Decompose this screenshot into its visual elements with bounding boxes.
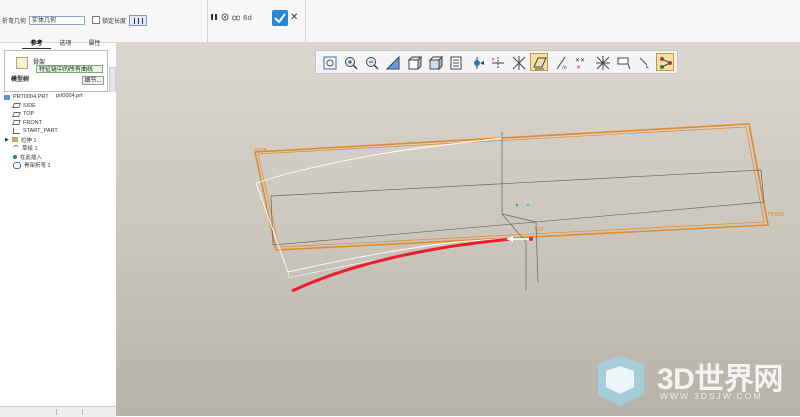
axis-display-icon[interactable] bbox=[467, 53, 485, 71]
model-tree-icon[interactable] bbox=[16, 57, 28, 69]
tree-item-part[interactable]: PRT0004.PRT bbox=[4, 93, 58, 102]
tree-item-spinal-bend[interactable]: 骨架折弯 1 bbox=[4, 161, 58, 170]
refit-icon[interactable] bbox=[320, 53, 338, 71]
check-icon bbox=[274, 13, 286, 24]
preview-icon[interactable] bbox=[221, 13, 229, 21]
saved-views-icon[interactable] bbox=[425, 53, 443, 71]
svg-text:6d: 6d bbox=[243, 14, 252, 21]
details-button[interactable]: 细节... bbox=[82, 76, 104, 85]
spine-collector[interactable]: 特征链中的所有曲线 bbox=[36, 65, 103, 73]
dimension-display-icon[interactable]: ✕ bbox=[635, 53, 653, 71]
toolbar-divider bbox=[305, 0, 306, 42]
tree-item-top[interactable]: TOP bbox=[4, 110, 58, 119]
tree-item-csys[interactable]: START_PART bbox=[4, 127, 58, 136]
tree-item-sketch[interactable]: 草绘 1 bbox=[4, 144, 58, 153]
feature-preview-icon[interactable]: 6d bbox=[243, 13, 253, 22]
tree-item-side[interactable]: SIDE bbox=[4, 102, 58, 111]
part-outline bbox=[254, 123, 769, 251]
solid-outline bbox=[270, 169, 765, 246]
tree-item-front[interactable]: FRONT bbox=[4, 119, 58, 128]
plane-display-icon[interactable]: ✕ bbox=[488, 53, 506, 71]
spinal-bend-icon bbox=[13, 161, 21, 169]
extrude-icon bbox=[11, 137, 18, 143]
display-style-icon[interactable] bbox=[404, 53, 422, 71]
svg-text:✕: ✕ bbox=[576, 64, 581, 71]
model-tree: PRT0004.PRT SIDE TOP FRONT START_PART ▶ 拉… bbox=[4, 93, 58, 170]
spin-center-icon[interactable]: ✕✕ ✕ bbox=[572, 53, 590, 71]
svg-text:/o: /o bbox=[562, 65, 567, 71]
model-tree-label[interactable]: 模型树 bbox=[11, 74, 29, 83]
verify-glasses-icon[interactable] bbox=[232, 13, 241, 21]
plane-label-top: TOP bbox=[533, 227, 544, 233]
start-point bbox=[529, 237, 533, 241]
dashboard-tabs: 参考 选项 属性 bbox=[22, 40, 109, 49]
plane-icon bbox=[12, 111, 21, 117]
tree-item-insert-here[interactable]: 在此插入 bbox=[4, 153, 58, 162]
datum-point bbox=[515, 203, 519, 207]
zoom-out-icon[interactable] bbox=[362, 53, 380, 71]
references-panel: 模型树 骨架 特征链中的所有曲线 细节... bbox=[4, 50, 108, 92]
feature-controls: 6d bbox=[210, 13, 256, 22]
network-display-icon[interactable] bbox=[655, 53, 674, 71]
watermark-url: WWW.3DSJW.COM bbox=[660, 391, 763, 401]
annotation-display-icon[interactable]: /o bbox=[551, 53, 569, 71]
plane-label-front: FRONT bbox=[768, 212, 786, 218]
part-icon bbox=[4, 94, 10, 100]
plane-icon bbox=[12, 103, 21, 109]
insert-icon bbox=[13, 154, 17, 159]
toolbar-divider bbox=[207, 0, 208, 42]
svg-text:✕✕: ✕✕ bbox=[575, 57, 585, 64]
csys-display-icon[interactable] bbox=[529, 53, 548, 71]
confirm-button[interactable] bbox=[272, 10, 288, 26]
view-toolbar: ✕ /o ✕✕ ✕ ✕ bbox=[315, 50, 678, 74]
dashboard-toolbar: 折弯几何 实体几何 锁定长度 6d ✕ bbox=[0, 0, 800, 43]
tab-references[interactable]: 参考 bbox=[22, 40, 51, 49]
datum-point bbox=[526, 203, 530, 207]
svg-text:✕: ✕ bbox=[491, 57, 495, 63]
cancel-button[interactable]: ✕ bbox=[290, 12, 298, 24]
plane-label-side: SIDE bbox=[255, 148, 267, 154]
repaint-icon[interactable] bbox=[383, 53, 401, 71]
tree-horizontal-scrollbar[interactable] bbox=[0, 406, 116, 417]
solid-edge bbox=[501, 213, 537, 223]
plane-icon bbox=[12, 120, 21, 126]
datum-display-icon[interactable] bbox=[446, 53, 464, 71]
svg-text:✕: ✕ bbox=[645, 65, 649, 71]
length-option-button[interactable] bbox=[129, 14, 148, 26]
fold-geometry-label: 折弯几何 bbox=[2, 18, 27, 25]
tag-display-icon[interactable] bbox=[614, 53, 632, 71]
fold-geometry-select[interactable]: 实体几何 bbox=[29, 15, 86, 25]
point-display-icon[interactable] bbox=[509, 53, 527, 71]
zoom-in-icon[interactable] bbox=[341, 53, 359, 71]
csys-icon bbox=[13, 128, 20, 135]
appearance-icon[interactable] bbox=[593, 53, 611, 71]
tree-file-name: prt0004.prt bbox=[56, 93, 83, 99]
lock-length-label: 锁定长度 bbox=[102, 18, 127, 25]
pause-icon[interactable] bbox=[210, 13, 218, 21]
expand-arrow-icon[interactable]: ▶ bbox=[5, 137, 9, 143]
tab-options[interactable]: 选项 bbox=[51, 40, 80, 48]
lock-length-checkbox[interactable] bbox=[92, 16, 101, 24]
direction-arrow-head bbox=[506, 236, 513, 242]
tab-properties[interactable]: 属性 bbox=[80, 40, 109, 48]
sketch-icon bbox=[13, 145, 19, 151]
bend-preview bbox=[255, 137, 512, 273]
fold-geometry-group: 折弯几何 实体几何 锁定长度 bbox=[2, 12, 148, 28]
tree-item-extrude[interactable]: ▶ 拉伸 1 bbox=[4, 136, 58, 145]
